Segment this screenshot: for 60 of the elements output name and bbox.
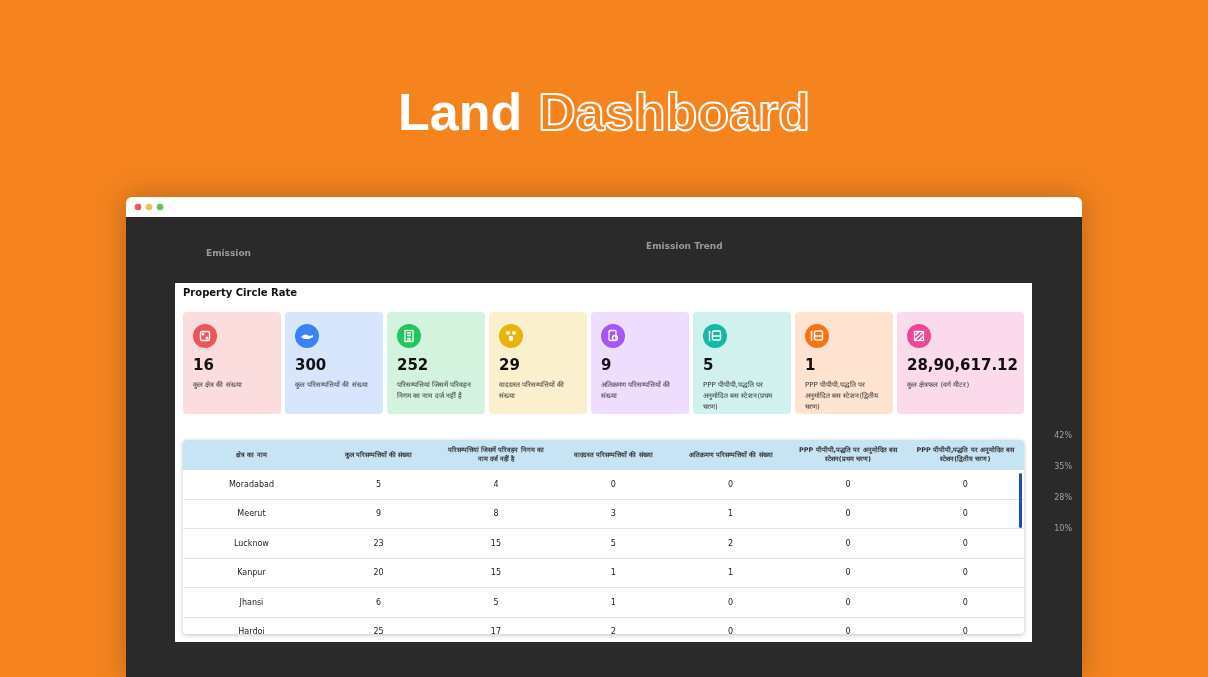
table-cell-text: 0: [844, 627, 852, 634]
panel-title: Emission: [206, 248, 251, 258]
table-cell-text: Lucknow: [233, 538, 270, 548]
table-cell-text: 6: [375, 597, 383, 607]
table-cell-text: 9: [375, 509, 383, 519]
percentage-text: 10%: [1054, 524, 1072, 533]
stat-value: 1: [804, 356, 817, 374]
table-cell-text: 0: [727, 597, 735, 607]
table-cell-text: 1: [609, 568, 617, 578]
table-cell-text: 1: [609, 597, 617, 607]
table-cell-text: 25: [372, 627, 385, 634]
table-cell-text: 0: [961, 509, 969, 519]
table-cell-text: 0: [844, 479, 852, 489]
panel-title: Emission Trend: [646, 241, 724, 251]
table-cell-text: Hardoi: [237, 627, 266, 634]
table-cell-text: 2: [727, 538, 735, 548]
stat-value: 5: [702, 356, 715, 374]
table-cell-text: 0: [961, 538, 969, 548]
table-cell-text: Kanpur: [236, 568, 267, 578]
table-cell-text: 20: [372, 568, 385, 578]
table-cell-text: 0: [609, 479, 617, 489]
table-cell-text: 1: [727, 509, 735, 519]
percentage-text: 42%: [1054, 431, 1072, 440]
table-cell-text: 0: [844, 538, 852, 548]
stat-value: 9: [600, 356, 613, 374]
scrollbar-thumb[interactable]: [1019, 473, 1022, 528]
table-cell-text: 0: [961, 479, 969, 489]
table-cell-text: 15: [489, 568, 502, 578]
stat-value: 28,90,617.12: [906, 356, 1018, 374]
table-cell-text: 4: [492, 479, 500, 489]
table-cell-text: 8: [492, 509, 500, 519]
table-cell-text: Moradabad: [227, 479, 275, 489]
table-cell-text: 5: [375, 479, 383, 489]
table-cell-text: 0: [844, 509, 852, 519]
percentage-text: 35%: [1054, 462, 1072, 471]
headline-outlined-text: Dashboard: [538, 82, 810, 142]
table-cell-text: 23: [372, 538, 385, 548]
table-cell-text: 5: [609, 538, 617, 548]
stat-value: 16: [193, 356, 215, 374]
table-cell-text: 0: [961, 597, 969, 607]
table-cell-text: Jhansi: [238, 597, 265, 607]
table-cell-text: Meerut: [236, 509, 267, 519]
table-cell-text: 3: [609, 509, 617, 519]
table-cell-text: 0: [727, 479, 735, 489]
table-cell-text: 5: [492, 597, 500, 607]
table-cell-text: 0: [727, 627, 735, 634]
stat-value: 300: [295, 356, 328, 374]
table-cell-text: 2: [609, 627, 617, 634]
table-cell-text: 0: [844, 597, 852, 607]
table-cell-text: 17: [489, 627, 502, 634]
modal-title: Property Circle Rate: [183, 287, 299, 298]
table-cell-text: 0: [961, 568, 969, 578]
percentage-text: 28%: [1054, 493, 1072, 502]
table-cell-text: 1: [727, 568, 735, 578]
table-cell-text: 0: [844, 568, 852, 578]
stat-value: 29: [499, 356, 521, 374]
table-cell-text: 0: [961, 627, 969, 634]
stat-value: 252: [397, 356, 430, 374]
headline-text: Land: [398, 82, 523, 142]
table-cell-text: 15: [489, 538, 502, 548]
